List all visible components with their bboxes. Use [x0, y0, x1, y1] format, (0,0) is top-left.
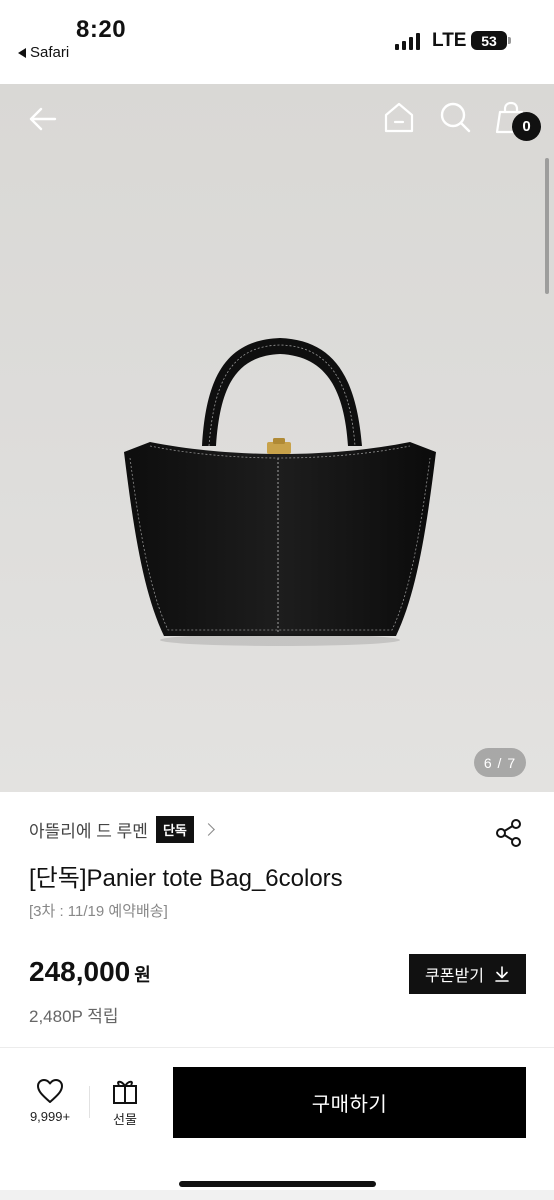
home-indicator[interactable]: [179, 1181, 376, 1187]
gift-icon: [113, 1080, 137, 1104]
chevron-right-icon: [201, 822, 215, 836]
heart-icon: [37, 1079, 63, 1103]
buy-now-button[interactable]: 구매하기: [173, 1067, 526, 1138]
price-unit: 원: [134, 965, 151, 985]
exclusive-badge: 단독: [155, 815, 194, 843]
coupon-download-button[interactable]: 쿠폰받기: [409, 954, 526, 994]
image-page-indicator: 6 / 7: [474, 748, 526, 777]
coupon-label: 쿠폰받기: [425, 968, 484, 985]
points-earn: 2,480P 적립: [29, 1007, 119, 1026]
network-label: LTE: [432, 30, 467, 51]
status-time: 8:20: [76, 16, 127, 43]
bottom-safe-area: [0, 1190, 554, 1200]
status-bar: 8:20 Safari LTE 53: [0, 0, 554, 84]
signal-icon: [395, 32, 420, 50]
share-button[interactable]: [494, 818, 524, 848]
arrow-left-icon: [29, 107, 57, 131]
shipping-note: [3차 : 11/19 예약배송]: [29, 903, 168, 920]
back-triangle-icon: [18, 47, 26, 58]
back-app-label: Safari: [30, 44, 70, 61]
like-button[interactable]: 9,999+: [22, 1078, 78, 1132]
price-amount: 248,000: [29, 956, 131, 987]
home-button[interactable]: [380, 98, 418, 136]
product-image-carousel[interactable]: [0, 84, 554, 792]
search-button[interactable]: [436, 98, 474, 136]
scrollbar[interactable]: [545, 158, 549, 294]
back-button[interactable]: [24, 100, 62, 138]
brand-link[interactable]: 아뜰리에 드 루멘 단독: [29, 815, 215, 843]
back-to-app-link[interactable]: Safari: [18, 44, 69, 61]
like-count: 9,999+: [29, 1109, 71, 1124]
product-image: [124, 338, 436, 646]
home-icon: [384, 102, 414, 133]
gift-label: 선물: [113, 1112, 137, 1127]
brand-name: 아뜰리에 드 루멘: [29, 821, 148, 841]
battery-icon: 53: [471, 31, 507, 50]
download-icon: [495, 966, 509, 982]
product-title: [단독]Panier tote Bag_6colors: [29, 865, 343, 892]
battery-nub: [508, 37, 511, 44]
search-icon: [440, 102, 471, 133]
vertical-divider: [89, 1086, 90, 1118]
gift-button[interactable]: 선물: [100, 1078, 150, 1132]
cart-count-badge: 0: [512, 112, 541, 141]
divider: [0, 1047, 554, 1048]
share-icon: [496, 819, 521, 847]
price: 248,000 원: [29, 956, 151, 988]
